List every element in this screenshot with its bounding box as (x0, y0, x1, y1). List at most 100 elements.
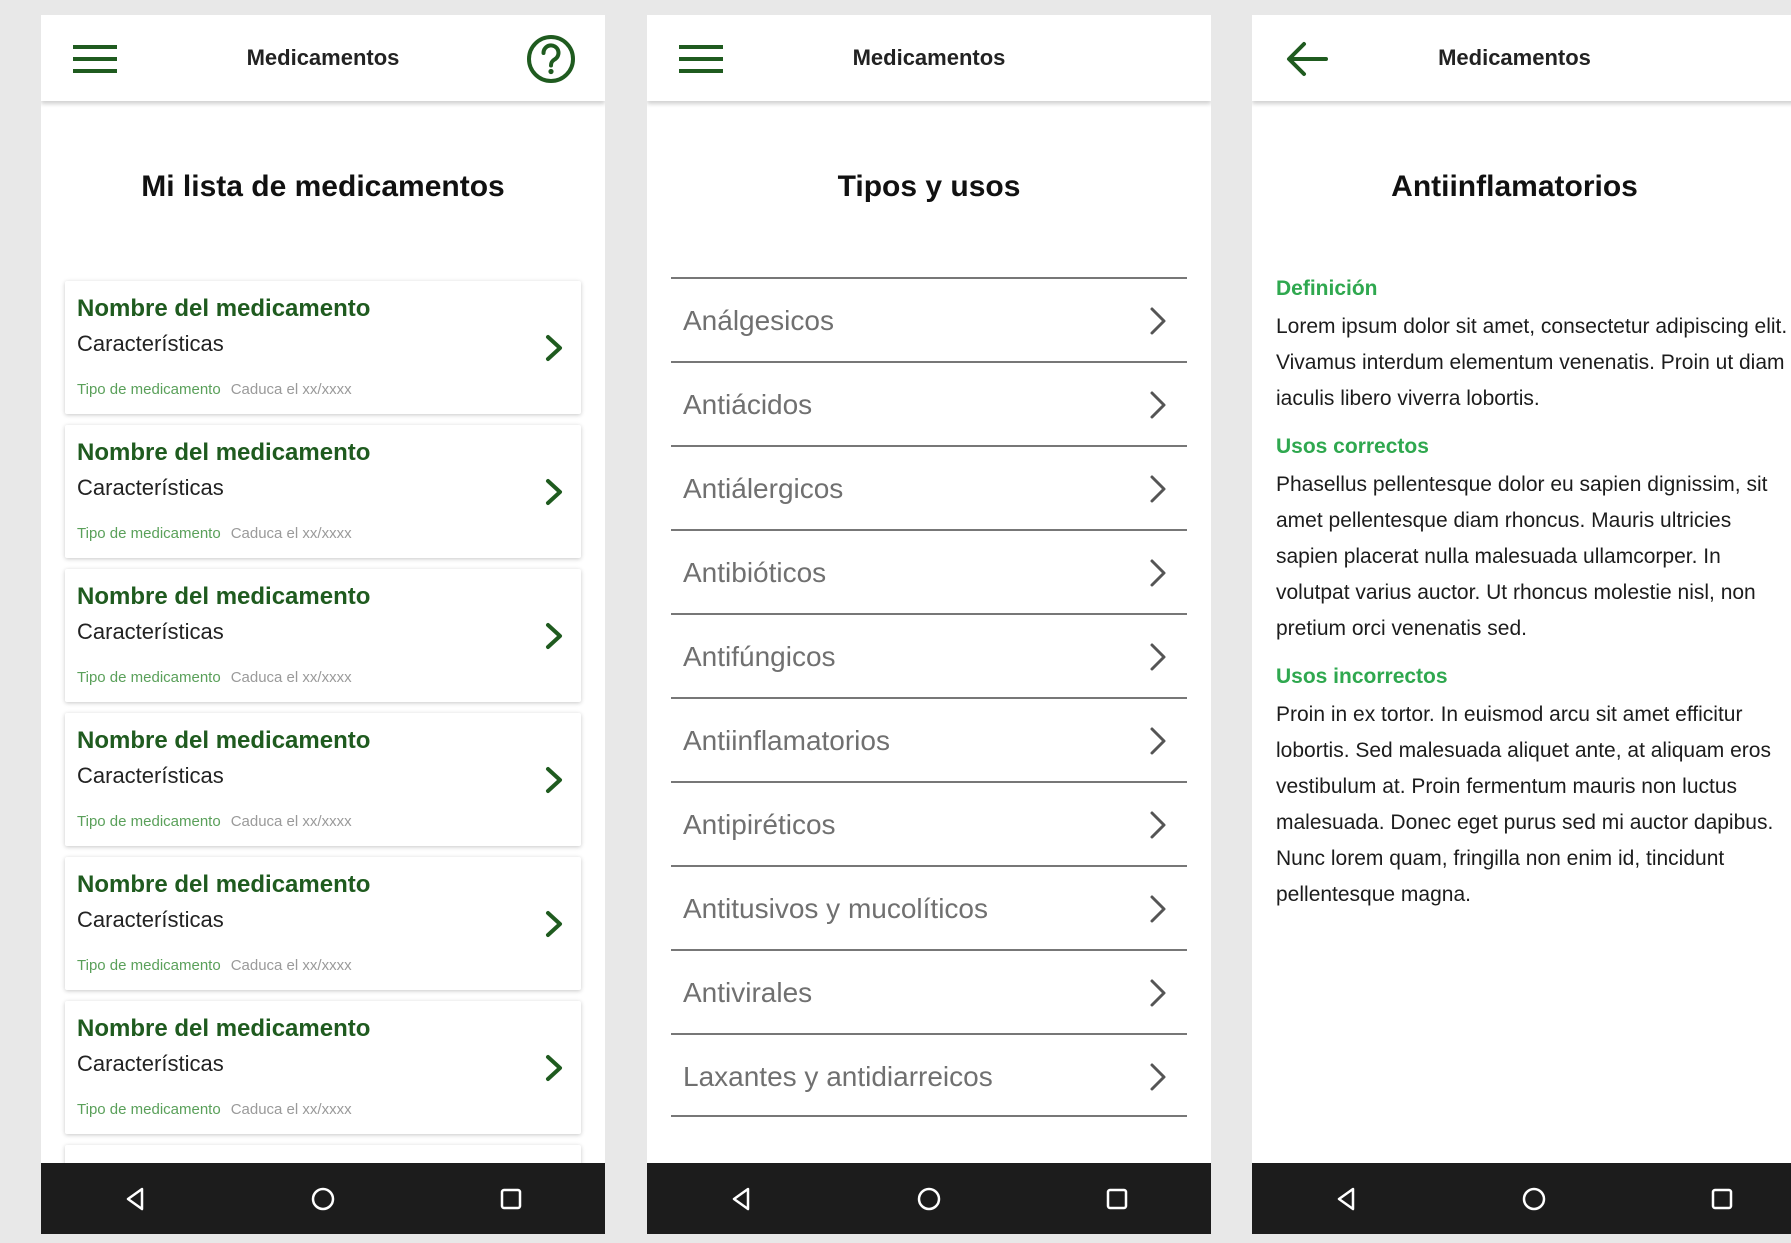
medication-type: Tipo de medicamento (77, 525, 221, 542)
medication-name: Nombre del medicamento (77, 439, 371, 466)
medication-type: Tipo de medicamento (77, 957, 221, 974)
chevron-right-icon (1149, 894, 1167, 924)
medication-card[interactable]: Nombre del medicamento Características Tip… (65, 1001, 581, 1134)
screen-category-detail: Medicamentos Antiinflamatorios Definició… (1252, 15, 1791, 1234)
medication-meta: Tipo de medicamento Caduca el xx/xxxx (77, 1101, 352, 1118)
nav-back-triangle-icon[interactable] (122, 1185, 150, 1213)
medication-type: Tipo de medicamento (77, 669, 221, 686)
medication-card[interactable]: Nombre del medicamento Características Tip… (65, 281, 581, 414)
medication-expiry: Caduca el xx/xxxx (230, 957, 352, 974)
category-label: Antitusivos y mucolíticos (683, 893, 988, 924)
medication-card[interactable]: Nombre del medicamento Características Tip… (65, 857, 581, 990)
chevron-right-icon (1149, 642, 1167, 672)
android-nav-bar (1252, 1163, 1791, 1234)
section-title-definition: Definición (1276, 277, 1378, 300)
medication-features: Características (77, 1051, 224, 1076)
category-item[interactable]: Antiinflamatorios (671, 697, 1187, 781)
nav-recents-square-icon[interactable] (1708, 1185, 1736, 1213)
help-circle-icon[interactable] (525, 33, 577, 85)
category-item[interactable]: Antitusivos y mucolíticos (671, 865, 1187, 949)
nav-back-triangle-icon[interactable] (1333, 1185, 1361, 1213)
category-item[interactable]: Análgesicos (671, 277, 1187, 361)
medication-card[interactable]: Nombre del medicamento Características Tip… (65, 425, 581, 558)
medication-meta: Tipo de medicamento Caduca el xx/xxxx (77, 525, 352, 542)
category-label: Antipiréticos (683, 809, 836, 840)
category-item[interactable]: Antiálergicos (671, 445, 1187, 529)
category-label: Antibióticos (683, 557, 827, 588)
nav-home-circle-icon[interactable] (309, 1185, 337, 1213)
category-label: Antivirales (683, 977, 813, 1008)
nav-recents-square-icon[interactable] (1103, 1185, 1131, 1213)
chevron-right-icon (543, 621, 565, 651)
chevron-right-icon (1149, 1062, 1167, 1092)
page-title: Tipos y usos (837, 170, 1021, 203)
medication-meta: Tipo de medicamento Caduca el xx/xxxx (77, 813, 352, 830)
section-title-correct-uses: Usos correctos (1276, 435, 1429, 458)
android-nav-bar (41, 1163, 605, 1234)
medication-expiry: Caduca el xx/xxxx (230, 1101, 352, 1118)
chevron-right-icon (543, 333, 565, 363)
section-title-incorrect-uses: Usos incorrectos (1276, 665, 1448, 688)
medication-expiry: Caduca el xx/xxxx (230, 813, 352, 830)
section-body-correct-uses: Phasellus pellentesque dolor eu sapien d… (1276, 473, 1768, 640)
app-bar-title: Medicamentos (246, 45, 400, 70)
nav-home-circle-icon[interactable] (915, 1185, 943, 1213)
chevron-right-icon (1149, 474, 1167, 504)
medication-expiry: Caduca el xx/xxxx (230, 381, 352, 398)
category-item[interactable]: Laxantes y antidiarreicos (671, 1033, 1187, 1117)
nav-home-circle-icon[interactable] (1520, 1185, 1548, 1213)
medication-card[interactable]: Nombre del medicamento Características Tip… (65, 569, 581, 702)
medication-name: Nombre del medicamento (77, 727, 371, 754)
medication-expiry: Caduca el xx/xxxx (230, 525, 352, 542)
medication-meta: Tipo de medicamento Caduca el xx/xxxx (77, 381, 352, 398)
app-bar-title: Medicamentos (1438, 45, 1591, 70)
medication-type: Tipo de medicamento (77, 381, 221, 398)
app-bar-title: Medicamentos (852, 45, 1006, 70)
page-title: Antiinflamatorios (1391, 170, 1638, 203)
app-bar: Medicamentos (647, 15, 1211, 101)
medication-type: Tipo de medicamento (77, 813, 221, 830)
medication-features: Características (77, 763, 224, 788)
category-detail: Definición Lorem ipsum dolor sit amet, c… (1276, 277, 1791, 931)
chevron-right-icon (1149, 306, 1167, 336)
section-body-incorrect-uses: Proin in ex tortor. In euismod arcu sit … (1276, 703, 1774, 906)
category-item[interactable]: Antivirales (671, 949, 1187, 1033)
section-body-definition: Lorem ipsum dolor sit amet, consectetur … (1276, 315, 1788, 410)
category-label: Análgesicos (683, 305, 834, 336)
category-list: Análgesicos Antiácidos Antiálergicos Antibi… (671, 277, 1187, 1117)
chevron-right-icon (543, 477, 565, 507)
medication-features: Características (77, 331, 224, 356)
medication-features: Características (77, 907, 224, 932)
nav-back-triangle-icon[interactable] (728, 1185, 756, 1213)
nav-recents-square-icon[interactable] (497, 1185, 525, 1213)
medication-features: Características (77, 475, 224, 500)
chevron-right-icon (1149, 390, 1167, 420)
chevron-right-icon (543, 909, 565, 939)
medication-name: Nombre del medicamento (77, 1015, 371, 1042)
screen-my-medications: Medicamentos Mi lista de medicamentos No… (41, 15, 605, 1234)
category-label: Laxantes y antidiarreicos (683, 1061, 993, 1092)
medication-meta: Tipo de medicamento Caduca el xx/xxxx (77, 669, 352, 686)
chevron-right-icon (1149, 978, 1167, 1008)
category-label: Antiácidos (683, 389, 813, 420)
chevron-right-icon (1149, 726, 1167, 756)
medication-expiry: Caduca el xx/xxxx (230, 669, 352, 686)
category-item[interactable]: Antifúngicos (671, 613, 1187, 697)
app-bar: Medicamentos (1252, 15, 1791, 101)
medication-name: Nombre del medicamento (77, 583, 371, 610)
chevron-right-icon (1149, 810, 1167, 840)
medication-features: Características (77, 619, 224, 644)
medication-card[interactable]: Nombre del medicamento Características Tip… (65, 713, 581, 846)
medication-type: Tipo de medicamento (77, 1101, 221, 1118)
medication-name: Nombre del medicamento (77, 295, 371, 322)
medication-name: Nombre del medicamento (77, 871, 371, 898)
screen-types-and-uses: Medicamentos Tipos y usos Análgesicos Ant… (647, 15, 1211, 1234)
chevron-right-icon (1149, 558, 1167, 588)
category-item[interactable]: Antiácidos (671, 361, 1187, 445)
android-nav-bar (647, 1163, 1211, 1234)
chevron-right-icon (543, 1053, 565, 1083)
category-item[interactable]: Antipiréticos (671, 781, 1187, 865)
category-item[interactable]: Antibióticos (671, 529, 1187, 613)
medication-meta: Tipo de medicamento Caduca el xx/xxxx (77, 957, 352, 974)
app-bar: Medicamentos (41, 15, 605, 101)
